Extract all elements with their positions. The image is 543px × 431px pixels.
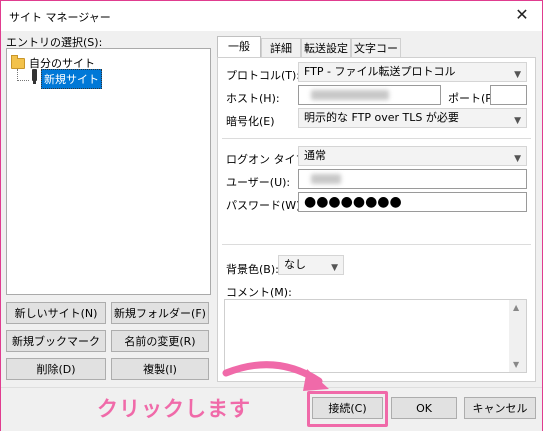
- scroll-up-icon[interactable]: ▲: [513, 303, 519, 312]
- delete-button[interactable]: 削除(D): [6, 358, 106, 380]
- tree-connector: [17, 80, 29, 81]
- protocol-value: FTP - ファイル転送プロトコル: [304, 65, 456, 78]
- connect-highlight-frame: [307, 391, 388, 427]
- close-icon[interactable]: ✕: [508, 4, 536, 26]
- folder-icon: [11, 55, 25, 69]
- background-color-select[interactable]: なし ▼: [278, 255, 344, 275]
- user-label: ユーザー(U):: [226, 176, 291, 189]
- duplicate-button[interactable]: 複製(I): [111, 358, 209, 380]
- arrow-head: [303, 369, 329, 391]
- password-label: パスワード(W):: [226, 199, 305, 212]
- site-tree[interactable]: 自分のサイト 新規サイト: [6, 48, 211, 295]
- logon-type-select[interactable]: 通常 ▼: [298, 146, 527, 166]
- new-folder-button[interactable]: 新規フォルダー(F): [111, 302, 209, 324]
- password-field[interactable]: ●●●●●●●●: [298, 192, 527, 212]
- tab-advanced[interactable]: 詳細: [261, 38, 301, 57]
- chevron-down-icon: ▼: [514, 154, 521, 164]
- vertical-scrollbar[interactable]: ▲ ▼: [509, 300, 526, 372]
- site-manager-window: サイト マネージャー ✕ エントリの選択(S): 自分のサイト 新規サイト 新し…: [0, 0, 543, 431]
- protocol-select[interactable]: FTP - ファイル転送プロトコル ▼: [298, 62, 527, 82]
- title-bar: サイト マネージャー ✕: [1, 1, 542, 31]
- tree-item-new-site[interactable]: 新規サイト: [41, 69, 102, 89]
- background-color-label: 背景色(B):: [226, 263, 279, 276]
- encryption-select[interactable]: 明示的な FTP over TLS が必要 ▼: [298, 108, 527, 128]
- ok-button[interactable]: OK: [391, 397, 457, 419]
- arrow-shaft: [222, 361, 323, 385]
- encryption-value: 明示的な FTP over TLS が必要: [304, 111, 459, 124]
- new-site-button[interactable]: 新しいサイト(N): [6, 302, 106, 324]
- encryption-label: 暗号化(E): [226, 115, 275, 128]
- general-tab-panel: プロトコル(T): FTP - ファイル転送プロトコル ▼ ホスト(H): ポー…: [217, 57, 536, 382]
- window-title: サイト マネージャー: [9, 11, 111, 24]
- rename-button[interactable]: 名前の変更(R): [111, 330, 209, 352]
- server-icon: [32, 69, 37, 84]
- scroll-down-icon[interactable]: ▼: [513, 360, 519, 369]
- host-label: ホスト(H):: [226, 92, 280, 105]
- chevron-down-icon: ▼: [331, 263, 338, 273]
- pointer-arrow-icon: [222, 361, 329, 391]
- redacted-user: [311, 174, 341, 184]
- port-field[interactable]: [490, 85, 527, 105]
- cancel-button[interactable]: キャンセル: [464, 397, 536, 419]
- section-divider: [222, 138, 531, 139]
- background-color-value: なし: [284, 258, 306, 271]
- click-annotation: クリックします: [97, 397, 251, 421]
- chevron-down-icon: ▼: [514, 70, 521, 80]
- redacted-host: [311, 90, 389, 100]
- protocol-label: プロトコル(T):: [226, 69, 301, 82]
- comment-label: コメント(M):: [226, 286, 292, 299]
- tab-general[interactable]: 一般: [217, 36, 261, 58]
- host-field[interactable]: [298, 85, 441, 105]
- password-mask: ●●●●●●●●: [304, 194, 402, 210]
- tab-charset[interactable]: 文字コード: [351, 38, 401, 74]
- section-divider: [222, 244, 531, 245]
- user-field[interactable]: [298, 169, 527, 189]
- logon-type-value: 通常: [304, 149, 326, 162]
- tab-transfer-settings[interactable]: 転送設定: [301, 38, 351, 57]
- chevron-down-icon: ▼: [514, 116, 521, 126]
- new-bookmark-button[interactable]: 新規ブックマーク(M): [6, 330, 106, 370]
